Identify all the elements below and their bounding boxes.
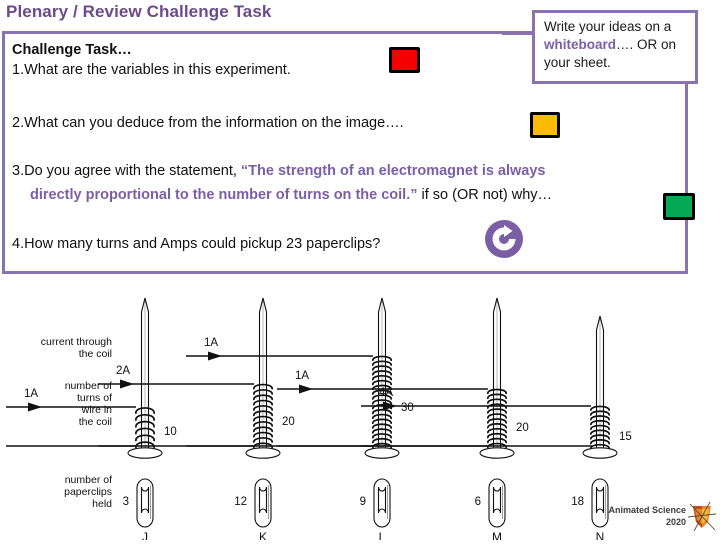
question-3-suffix: if so (OR not) why… xyxy=(421,187,553,203)
footer-brand-line1: Animated Science xyxy=(608,505,686,515)
animated-science-logo-mark-icon xyxy=(686,500,718,536)
paperclips-value-J: 3 xyxy=(123,496,129,508)
current-arrow-K xyxy=(120,379,134,389)
paperclip-J xyxy=(136,478,154,528)
label-number-of-paperclips: number ofpaperclipsheld xyxy=(64,474,112,510)
label-current-through-coil-line: current through xyxy=(41,336,112,348)
paperclip-inner xyxy=(258,486,268,514)
nail-head-N xyxy=(582,447,618,459)
paperclip-M xyxy=(488,478,506,528)
paperclips-value-K: 12 xyxy=(234,496,247,508)
coil-J xyxy=(135,407,155,449)
label-number-of-paperclips-line: paperclips xyxy=(64,486,112,498)
paperclip-L xyxy=(373,478,391,528)
paperclips-value-N: 18 xyxy=(571,496,584,508)
question-3-prefix: 3.Do you agree with the statement, xyxy=(12,163,237,179)
current-value-K: 2A xyxy=(116,365,130,377)
turns-value-J: 10 xyxy=(164,426,177,438)
question-4: 4.How many turns and Amps could pickup 2… xyxy=(12,236,381,252)
question-1: 1.What are the variables in this experim… xyxy=(12,62,291,78)
nail-head-J xyxy=(127,447,163,459)
setup-letter-K: K xyxy=(259,530,267,540)
turns-value-K: 20 xyxy=(282,416,295,428)
footer-logo: Animated Science 2020 xyxy=(600,500,720,540)
green-marker-swatch xyxy=(663,193,695,220)
label-number-of-paperclips-line: held xyxy=(92,498,112,510)
setup-letter-J: J xyxy=(142,530,148,540)
current-value-L: 1A xyxy=(204,337,218,349)
question-3-quote-line2: directly proportional to the number of t… xyxy=(30,187,418,203)
question-3-quote-line1: “The strength of an electromagnet is alw… xyxy=(240,163,546,179)
current-arrow-J xyxy=(28,402,42,412)
paperclip-K xyxy=(254,478,272,528)
callout-highlight-whiteboard: whiteboard xyxy=(544,37,617,52)
setup-letter-L: L xyxy=(379,530,386,540)
label-number-of-turns-line: turns of xyxy=(77,392,112,404)
nail-head-K xyxy=(245,447,281,459)
electromagnet-setup-L: 1A 30 9 L xyxy=(186,297,414,544)
page-title: Plenary / Review Challenge Task xyxy=(6,2,272,21)
current-value-J: 1A xyxy=(24,388,38,400)
label-number-of-turns: number ofturns ofwire inthe coil xyxy=(65,380,112,428)
current-arrow-M xyxy=(299,384,313,394)
current-value-N: 4A xyxy=(379,387,393,399)
footer-brand-line2: 2020 xyxy=(665,517,686,527)
red-marker-swatch xyxy=(389,47,420,73)
footer-logo-text: Animated Science 2020 xyxy=(600,504,686,528)
paperclip-inner xyxy=(140,486,150,514)
yellow-marker-swatch xyxy=(530,112,560,138)
paperclips-value-L: 9 xyxy=(360,496,366,508)
label-number-of-turns-line: wire in xyxy=(81,404,113,416)
rotate-icon xyxy=(484,219,524,259)
task-heading: Challenge Task… xyxy=(12,42,132,58)
nail-head-L xyxy=(364,447,400,459)
turns-value-M: 20 xyxy=(516,422,529,434)
current-value-M: 1A xyxy=(295,370,309,382)
label-current-through-coil: current throughthe coil xyxy=(41,336,112,360)
label-number-of-turns-line: the coil xyxy=(79,416,112,428)
turns-value-L: 30 xyxy=(401,402,414,414)
electromagnet-setup-M: 1A 20 6 M xyxy=(277,297,529,544)
label-number-of-turns-line: number of xyxy=(65,380,112,392)
question-3-continued: directly proportional to the number of t… xyxy=(30,186,552,205)
setup-letter-M: M xyxy=(492,530,502,540)
callout-text-before: Write your ideas on a xyxy=(544,19,672,34)
question-2: 2.What can you deduce from the informati… xyxy=(12,115,404,131)
turns-value-N: 15 xyxy=(619,431,632,443)
paperclip-inner xyxy=(377,486,387,514)
current-arrow-L xyxy=(208,351,222,361)
label-current-through-coil-line: the coil xyxy=(79,348,112,360)
nail-head-M xyxy=(479,447,515,459)
label-number-of-paperclips-line: number of xyxy=(65,474,112,486)
paperclips-value-M: 6 xyxy=(475,496,481,508)
callout-connector-line xyxy=(502,31,536,35)
whiteboard-callout-box: Write your ideas on a whiteboard…. OR on… xyxy=(532,10,698,84)
question-3: 3.Do you agree with the statement, “The … xyxy=(12,162,546,181)
paperclip-inner xyxy=(492,486,502,514)
